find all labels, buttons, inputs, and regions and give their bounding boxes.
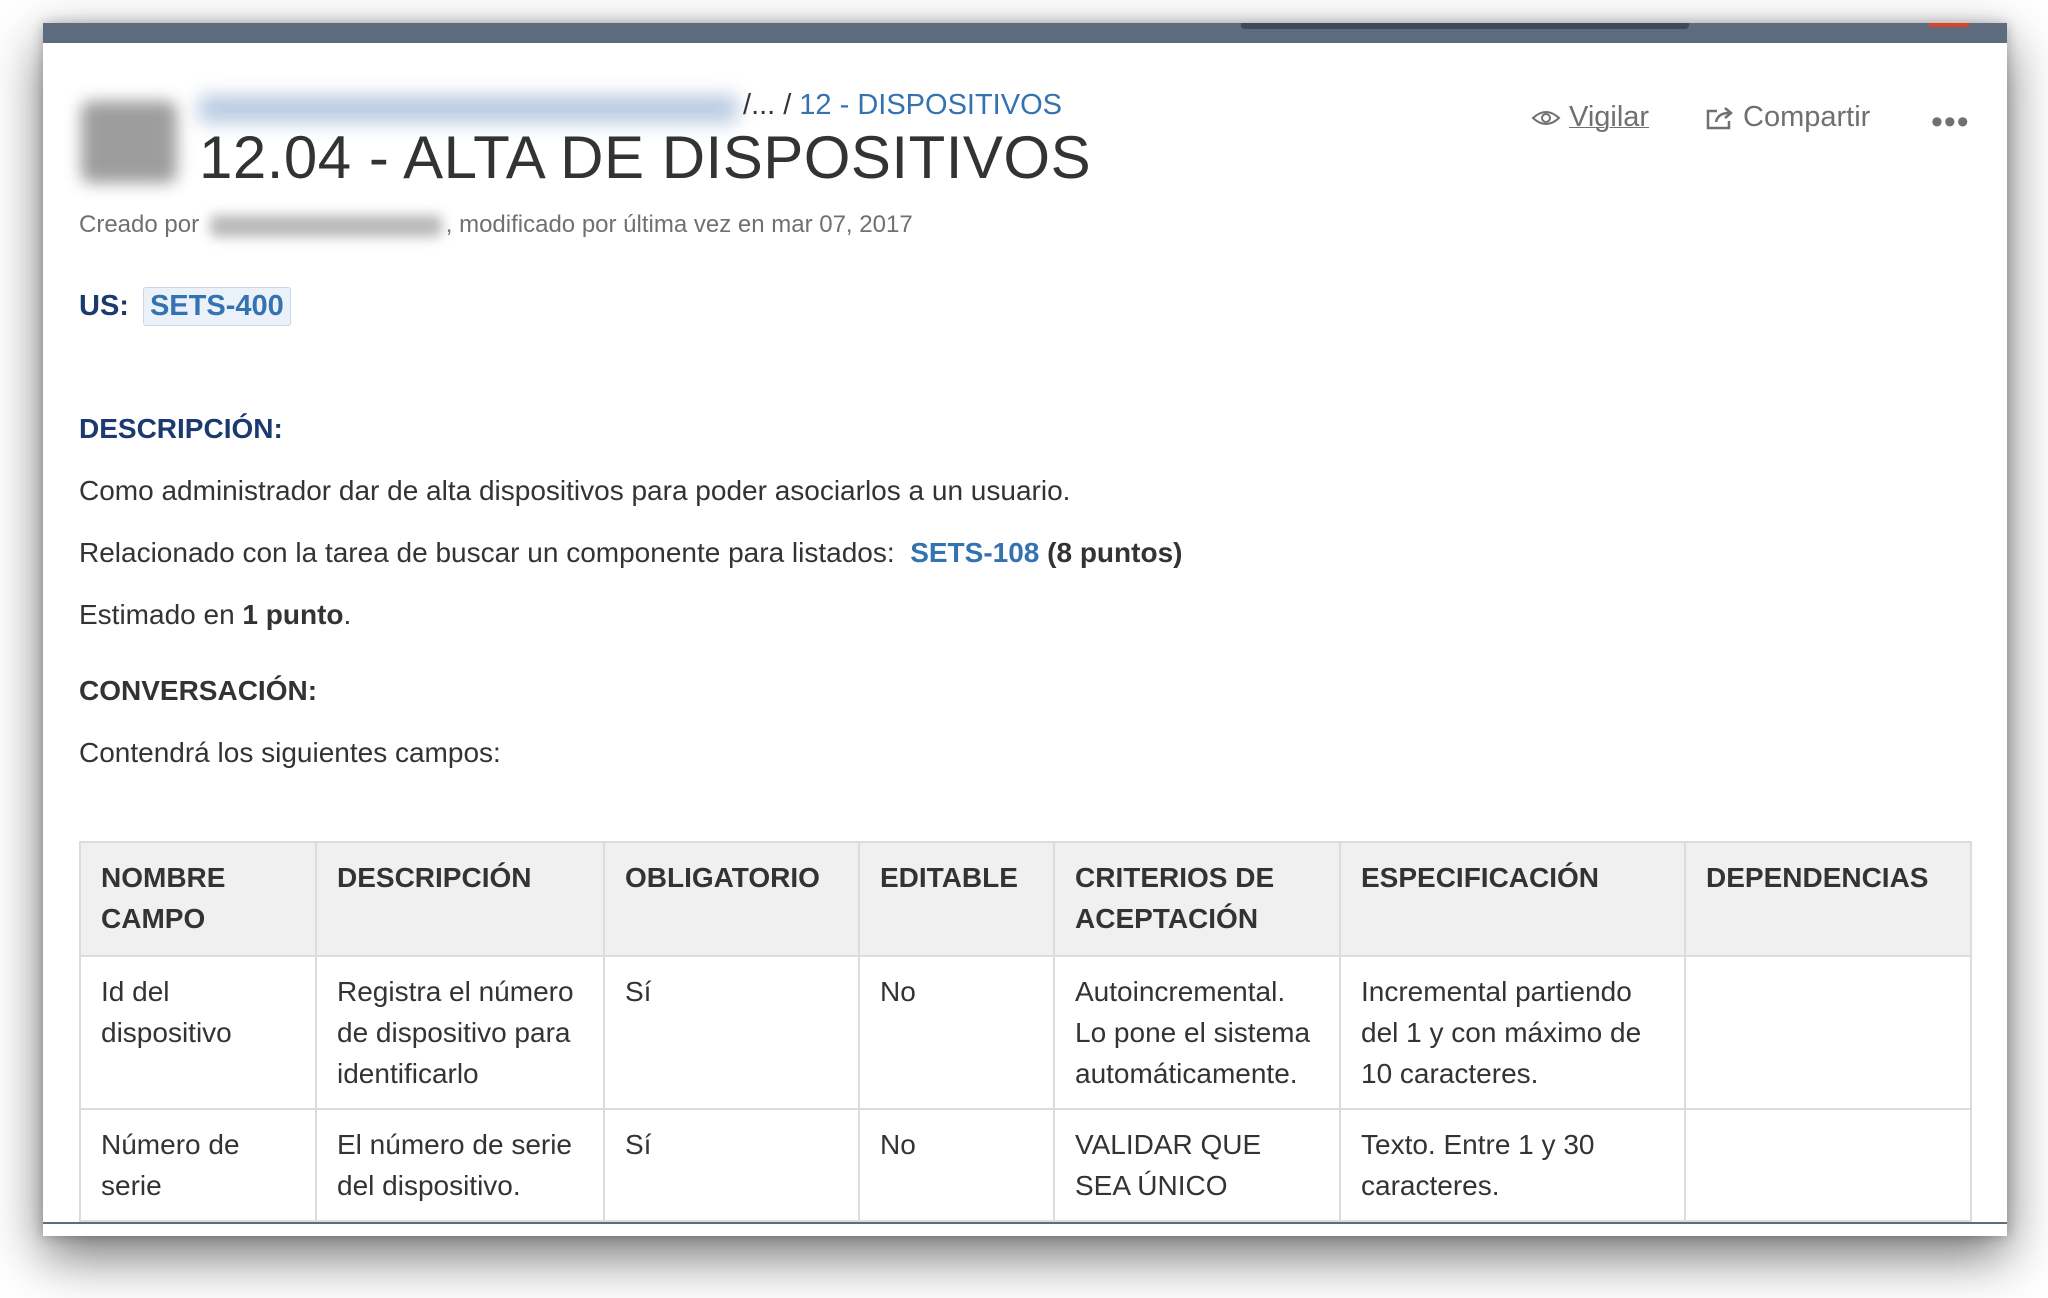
breadcrumb-separator: / <box>783 89 792 121</box>
blurred-space-breadcrumb[interactable] <box>198 95 738 123</box>
table-header-row: NOMBRE CAMPO DESCRIPCIÓN OBLIGATORIO EDI… <box>79 841 1972 957</box>
space-logo[interactable] <box>81 101 177 183</box>
confluence-window: /.../12 - DISPOSITIVOS 12.04 - ALTA DE D… <box>43 23 2007 1236</box>
modified-text: , modificado por última vez en mar 07, 2… <box>445 211 913 238</box>
header-nombre-campo: NOMBRE CAMPO <box>79 841 317 957</box>
conversation-intro: Contendrá los siguientes campos: <box>79 737 501 768</box>
table-cell: Texto. Entre 1 y 30 caracteres. <box>1339 1108 1686 1222</box>
us-issue-link[interactable]: SETS-400 <box>142 287 291 326</box>
estimate-suffix: . <box>343 599 352 630</box>
table-cell: No <box>858 955 1055 1110</box>
table-row: Id del dispositivo Registra el número de… <box>79 955 1972 1110</box>
top-bar-marker <box>1929 23 1969 27</box>
table-cell: VALIDAR QUE SEA ÚNICO <box>1053 1108 1341 1222</box>
header-criterios: CRITERIOS DE ACEPTACIÓN <box>1053 841 1341 957</box>
watch-label: Vigilar <box>1569 101 1650 133</box>
table-cell: Sí <box>603 955 860 1110</box>
page-title: 12.04 - ALTA DE DISPOSITIVOS <box>199 124 1092 191</box>
estimate-line: Estimado en 1 punto. <box>79 599 351 631</box>
table-cell: Id del dispositivo <box>79 955 317 1110</box>
table-cell: Incremental partiendo del 1 y con máximo… <box>1339 955 1686 1110</box>
header-editable: EDITABLE <box>858 841 1055 957</box>
table-cell: Sí <box>603 1108 860 1222</box>
created-by-label: Creado por <box>79 211 200 238</box>
breadcrumb-separator: / <box>743 89 752 121</box>
description-line-1: Como administrador dar de alta dispositi… <box>79 475 1071 506</box>
fields-table: NOMBRE CAMPO DESCRIPCIÓN OBLIGATORIO EDI… <box>79 841 1972 1222</box>
eye-icon <box>1531 110 1561 125</box>
description-line-2: Relacionado con la tarea de buscar un co… <box>79 537 1182 569</box>
share-button[interactable]: Compartir <box>1705 101 1870 134</box>
table-cell: Registra el número de dispositivo para i… <box>315 955 605 1110</box>
table-row: Número de serie El número de serie del d… <box>79 1108 1972 1222</box>
related-issue-link[interactable]: SETS-108 <box>910 537 1039 568</box>
header-obligatorio: OBLIGATORIO <box>603 841 860 957</box>
page-metadata: Creado por , modificado por última vez e… <box>79 211 913 239</box>
related-text: Relacionado con la tarea de buscar un co… <box>79 537 895 568</box>
table-cell: Autoincremental. Lo pone el sistema auto… <box>1053 955 1341 1110</box>
estimate-prefix: Estimado en <box>79 599 235 630</box>
user-story-line: US: SETS-400 <box>79 287 291 326</box>
share-label: Compartir <box>1743 101 1871 133</box>
author-link-blurred[interactable] <box>209 214 442 237</box>
table-cell <box>1684 955 1972 1110</box>
breadcrumb-ellipsis[interactable]: ... <box>751 89 775 121</box>
table-cell: El número de serie del dispositivo. <box>315 1108 605 1222</box>
breadcrumb: /.../12 - DISPOSITIVOS <box>743 89 1062 122</box>
watch-button[interactable]: Vigilar <box>1531 101 1649 134</box>
table-cell: Número de serie <box>79 1108 317 1222</box>
top-bar <box>43 23 2007 43</box>
more-icon: ••• <box>1931 103 1970 141</box>
us-label: US: <box>79 290 129 322</box>
share-icon <box>1706 106 1733 129</box>
more-actions-button[interactable]: ••• <box>1931 103 1970 142</box>
conversation-heading: CONVERSACIÓN: <box>79 675 318 706</box>
description-heading: DESCRIPCIÓN: <box>79 413 283 444</box>
window-bottom-edge <box>43 1222 2007 1236</box>
top-bar-slot <box>1241 23 1689 29</box>
table-cell: No <box>858 1108 1055 1222</box>
header-especificacion: ESPECIFICACIÓN <box>1339 841 1686 957</box>
table-cell <box>1684 1108 1972 1222</box>
header-descripcion: DESCRIPCIÓN <box>315 841 605 957</box>
header-dependencias: DEPENDENCIAS <box>1684 841 1972 957</box>
estimate-value: 1 punto <box>242 599 344 630</box>
related-points: (8 puntos) <box>1047 537 1183 568</box>
breadcrumb-parent-link[interactable]: 12 - DISPOSITIVOS <box>799 89 1062 121</box>
